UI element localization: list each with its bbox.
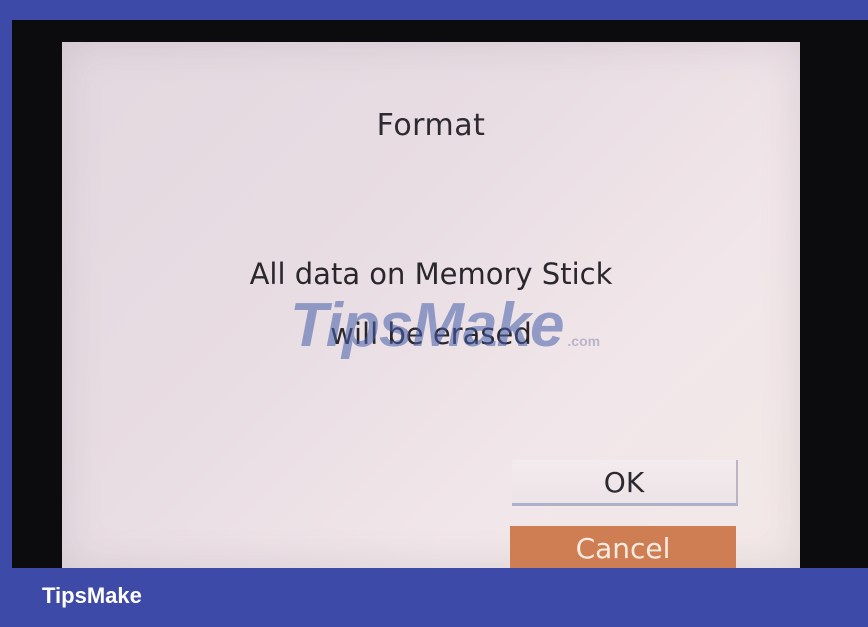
message-line-1: All data on Memory Stick <box>249 257 613 291</box>
camera-screen: Format All data on Memory Stick will be … <box>12 20 868 572</box>
dialog-title: Format <box>376 108 486 143</box>
footer-brand: TipsMake <box>42 583 142 608</box>
ok-button[interactable]: OK <box>512 460 738 506</box>
photo-frame: Format All data on Memory Stick will be … <box>0 0 868 627</box>
footer-bar: TipsMake <box>0 568 868 627</box>
cancel-button[interactable]: Cancel <box>510 526 736 572</box>
format-dialog: Format All data on Memory Stick will be … <box>62 42 800 572</box>
message-line-2: will be erased <box>330 317 532 351</box>
dialog-message: All data on Memory Stick will be erased <box>62 244 800 364</box>
